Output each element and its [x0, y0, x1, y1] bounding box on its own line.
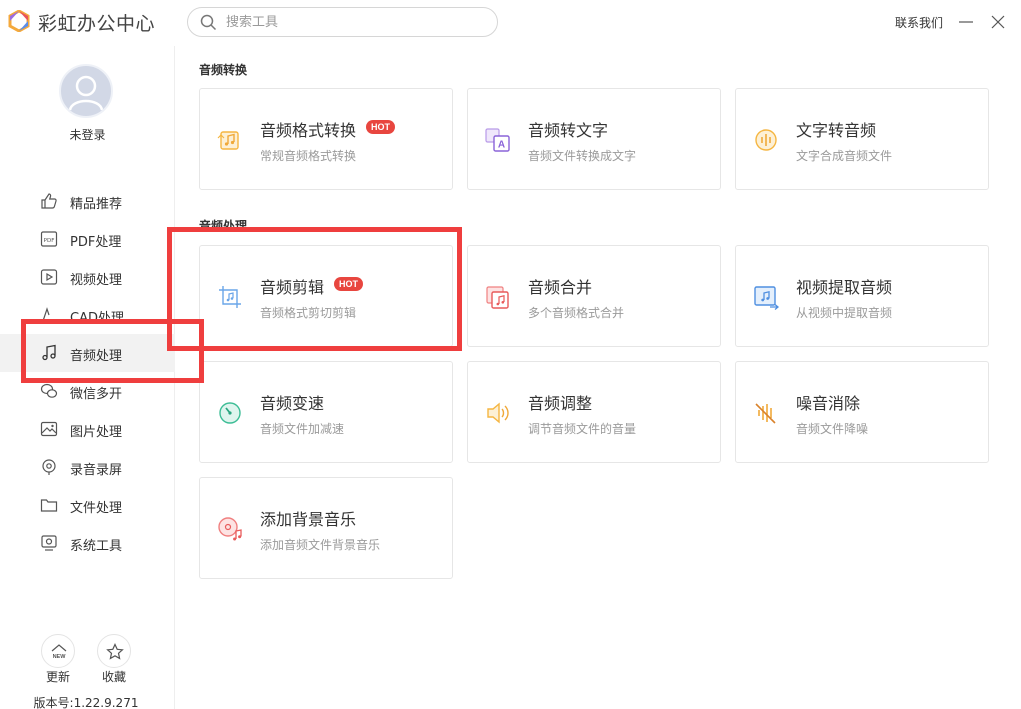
login-status[interactable]: 未登录 — [0, 126, 175, 143]
card-title: 视频提取音频 — [796, 278, 893, 297]
card-noise-reduction[interactable]: 噪音消除 音频文件降噪 — [735, 361, 989, 463]
avatar[interactable] — [59, 64, 113, 118]
card-title: 文字转音频 — [796, 121, 877, 140]
rainbow-logo-icon — [8, 10, 30, 32]
sidebar-item-file[interactable]: 文件处理 — [0, 486, 175, 524]
card-desc: 从视频中提取音频 — [796, 306, 893, 320]
sidebar-item-label: 视频处理 — [70, 273, 123, 288]
favorite-button[interactable] — [97, 634, 131, 668]
folder-icon — [40, 499, 58, 512]
volume-icon — [487, 402, 509, 424]
card-title: 音频转文字 — [528, 121, 609, 140]
app-title: 彩虹办公中心 — [38, 13, 156, 35]
thumbs-up-icon — [41, 193, 57, 209]
card-desc: 音频文件转换成文字 — [528, 149, 637, 163]
video-icon — [40, 269, 58, 285]
sidebar-item-cad[interactable]: CAD处理 — [0, 296, 175, 334]
update-label: 更新 — [45, 670, 70, 684]
sidebar-item-wechat[interactable]: 微信多开 — [0, 372, 175, 410]
sidebar-item-pdf[interactable]: PDF PDF处理 — [0, 220, 175, 258]
sidebar-item-image[interactable]: 图片处理 — [0, 410, 175, 448]
sidebar-item-label: 图片处理 — [70, 425, 123, 440]
title-bar: 彩虹办公中心 联系我们 — [0, 0, 1021, 46]
system-icon — [41, 535, 57, 551]
search-icon — [200, 14, 217, 31]
card-audio-to-text[interactable]: A 音频转文字 音频文件转换成文字 — [467, 88, 721, 190]
audio-format-icon — [217, 131, 239, 150]
sidebar-item-recommended[interactable]: 精品推荐 — [0, 182, 175, 220]
section-title-audio-conversion: 音频转换 — [199, 63, 248, 77]
card-title: 添加背景音乐 — [260, 510, 357, 529]
card-add-background-music[interactable]: 添加背景音乐 添加音频文件背景音乐 — [199, 477, 453, 579]
sidebar-item-audio[interactable]: 音频处理 — [0, 334, 175, 372]
section-title-audio-processing: 音频处理 — [199, 219, 248, 233]
version-label: 版本号:1.22.9.271 — [33, 696, 139, 709]
pdf-icon: PDF — [40, 231, 58, 247]
audio-to-text-icon: A — [485, 128, 510, 152]
card-video-extract-audio[interactable]: 视频提取音频 从视频中提取音频 — [735, 245, 989, 347]
sidebar-item-label: 录音录屏 — [70, 463, 123, 478]
record-icon — [42, 459, 56, 475]
music-note-icon — [42, 344, 56, 361]
sidebar-item-label: 文件处理 — [70, 501, 123, 516]
card-audio-adjust[interactable]: 音频调整 调节音频文件的音量 — [467, 361, 721, 463]
card-desc: 音频文件加减速 — [260, 422, 345, 436]
sidebar-item-record[interactable]: 录音录屏 — [0, 448, 175, 486]
sidebar-item-label: CAD处理 — [70, 311, 124, 326]
video-extract-audio-icon — [754, 286, 780, 310]
card-desc: 音频格式剪切剪辑 — [260, 306, 357, 320]
sidebar-item-label: 音频处理 — [70, 349, 123, 364]
close-icon[interactable] — [988, 12, 1008, 32]
search-input[interactable] — [226, 13, 486, 31]
card-title: 音频合并 — [528, 278, 593, 297]
sidebar-nav: 精品推荐 PDF PDF处理 视频处理 CAD处理 音频处理 微信多开 图片处理… — [0, 182, 175, 562]
card-title: 噪音消除 — [796, 394, 861, 413]
favorite-label: 收藏 — [101, 670, 126, 684]
noise-reduction-icon — [755, 403, 776, 424]
sidebar-item-system[interactable]: 系统工具 — [0, 524, 175, 562]
audio-merge-icon — [486, 286, 509, 309]
card-audio-format-convert[interactable]: 音频格式转换 HOT 常规音频格式转换 — [199, 88, 453, 190]
sidebar-item-label: 精品推荐 — [70, 197, 123, 212]
sidebar: 未登录 精品推荐 PDF PDF处理 视频处理 CAD处理 音频处理 微信多开 … — [0, 46, 175, 709]
hot-badge: HOT — [366, 120, 395, 134]
card-text-to-audio[interactable]: 文字转音频 文字合成音频文件 — [735, 88, 989, 190]
card-title: 音频剪辑 — [260, 278, 325, 297]
search-box[interactable] — [187, 7, 498, 37]
speed-gauge-icon — [219, 402, 241, 424]
sidebar-item-label: 微信多开 — [70, 387, 123, 402]
minimize-icon[interactable] — [956, 12, 976, 32]
sidebar-item-label: PDF处理 — [70, 235, 122, 250]
audio-crop-icon — [219, 286, 241, 308]
wechat-icon — [40, 383, 58, 398]
home-new-icon: NEW — [51, 644, 67, 660]
svg-text:PDF: PDF — [44, 238, 55, 244]
svg-text:A: A — [498, 140, 505, 151]
card-desc: 文字合成音频文件 — [796, 149, 893, 163]
card-title: 音频格式转换 — [260, 121, 357, 140]
update-button[interactable]: NEW — [41, 634, 75, 668]
new-badge: NEW — [53, 654, 67, 660]
card-desc: 音频文件降噪 — [796, 422, 869, 436]
contact-us-link[interactable]: 联系我们 — [895, 14, 943, 31]
hot-badge: HOT — [334, 277, 363, 291]
card-desc: 多个音频格式合并 — [528, 306, 625, 320]
card-audio-merge[interactable]: 音频合并 多个音频格式合并 — [467, 245, 721, 347]
card-title: 音频调整 — [528, 394, 593, 413]
card-audio-speed[interactable]: 音频变速 音频文件加减速 — [199, 361, 453, 463]
cad-icon — [42, 307, 50, 322]
star-icon — [106, 643, 124, 660]
card-desc: 调节音频文件的音量 — [528, 422, 637, 436]
card-desc: 添加音频文件背景音乐 — [260, 538, 381, 552]
card-title: 音频变速 — [260, 394, 325, 413]
background-music-icon — [218, 517, 242, 541]
user-icon — [68, 75, 104, 111]
image-icon — [40, 421, 58, 437]
sidebar-item-video[interactable]: 视频处理 — [0, 258, 175, 296]
card-audio-edit[interactable]: 音频剪辑 HOT 音频格式剪切剪辑 — [199, 245, 453, 347]
text-to-audio-icon — [755, 129, 777, 151]
card-desc: 常规音频格式转换 — [260, 149, 357, 163]
sidebar-item-label: 系统工具 — [70, 539, 123, 554]
